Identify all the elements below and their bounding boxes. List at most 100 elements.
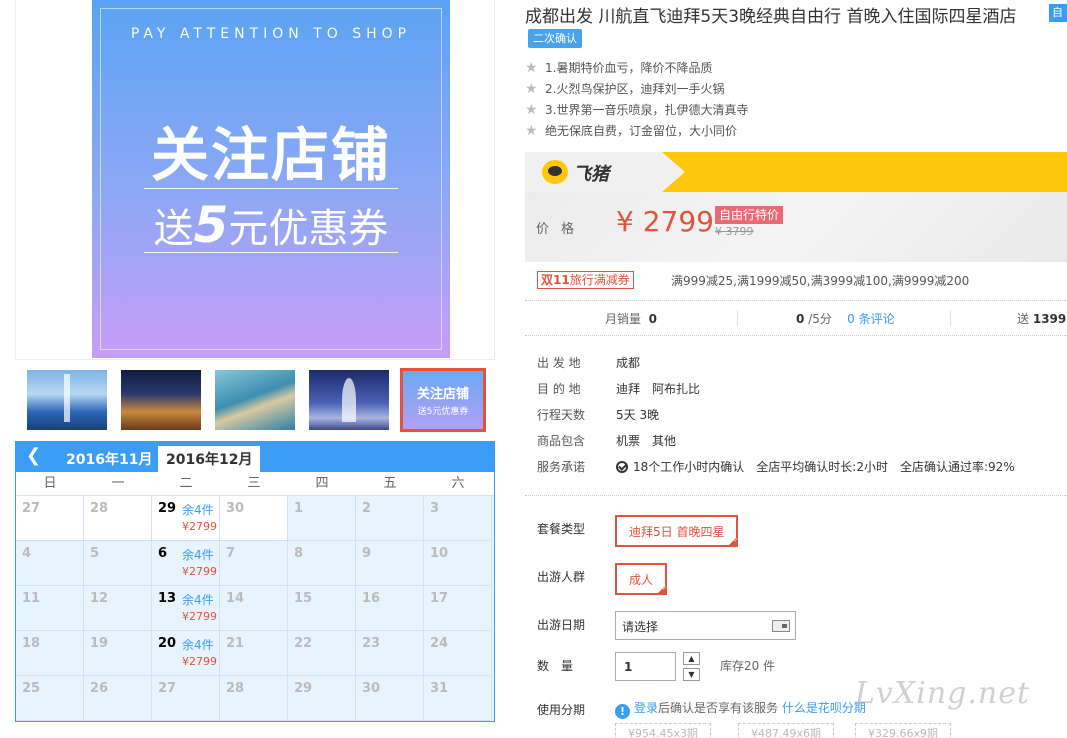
day-number: 12 <box>90 591 109 606</box>
thumbnail-4[interactable] <box>309 370 389 430</box>
day-stock: 余4件 <box>182 593 214 607</box>
calendar-day: 28 <box>220 676 288 721</box>
huabei-help-link[interactable]: 什么是花呗分期 <box>782 701 866 715</box>
package-option[interactable]: 迪拜5日 首晚四星 <box>615 515 739 547</box>
thumbnail-subline: 送5元优惠券 <box>417 407 469 417</box>
info-row: 出 发 地成都 <box>537 356 641 370</box>
people-option[interactable]: 成人 <box>615 563 668 595</box>
day-number: 31 <box>430 681 449 696</box>
calendar-day: 30 <box>356 676 424 721</box>
info-row: 目 的 地迪拜 阿布扎比 <box>537 382 701 396</box>
day-number: 29 <box>294 681 313 696</box>
thumbnail-3[interactable] <box>215 370 295 430</box>
day-number: 24 <box>430 636 449 651</box>
day-number: 19 <box>90 636 109 651</box>
day-number: 18 <box>22 636 41 651</box>
calendar-icon[interactable] <box>772 620 790 632</box>
calendar-day: 27 <box>16 496 84 541</box>
main-image-frame: PAY ATTENTION TO SHOP 关注店铺 送5元优惠券 <box>15 0 495 360</box>
monthly-sales: 月销量 0 <box>605 312 658 326</box>
calendar-day: 23 <box>356 631 424 676</box>
calendar-day: 22 <box>288 631 356 676</box>
calendar-day-available[interactable]: 20 余4件 ¥2799 <box>152 631 220 676</box>
day-price: ¥2799 <box>182 565 217 578</box>
date-picker-input[interactable]: 请选择 <box>615 611 796 640</box>
weekday-label: 一 <box>111 476 125 491</box>
price-label: 价格 <box>536 222 587 237</box>
day-price: ¥2799 <box>182 610 217 623</box>
star-icon: ★ <box>525 102 538 118</box>
departure-calendar: ❮ 2016年11月 2016年12月 日一二三四五六 27 28 29 余4件 ¥27… <box>15 441 495 722</box>
quantity-decrease-button[interactable]: ▼ <box>683 668 700 681</box>
day-number: 7 <box>226 546 236 561</box>
feature-item: ★ 绝无保底自费，订金留位，大小同价 <box>525 121 748 142</box>
calendar-day: 19 <box>84 631 152 676</box>
service-row: 服务承诺 18个工作小时内确认 全店平均确认时长:2小时 全店确认通过率:92% <box>537 460 1015 474</box>
calendar-day: 29 <box>288 676 356 721</box>
calendar-day: 17 <box>424 586 492 631</box>
thumbnail-2[interactable] <box>121 370 201 430</box>
installment-option[interactable]: ¥954.45x3期 <box>615 723 711 738</box>
reviews-link[interactable]: 0 条评论 <box>847 312 894 326</box>
brand-logo-text: 飞猪 <box>573 164 609 185</box>
weekday-label: 四 <box>315 476 329 491</box>
date-label: 出游日期 <box>537 618 586 632</box>
day-number: 5 <box>90 546 100 561</box>
day-number: 22 <box>294 636 313 651</box>
calendar-day: 1 <box>288 496 356 541</box>
thumbnail-5-selected[interactable]: 关注店铺 送5元优惠券 <box>400 368 486 432</box>
confirm-badge: 二次确认 <box>528 29 582 48</box>
stats-bar: 月销量 0 0 /5分 0 条评论 送 1399 <box>525 300 1067 336</box>
tab-month-dec[interactable]: 2016年12月 <box>158 446 261 472</box>
day-stock: 余4件 <box>182 638 214 652</box>
day-number: 4 <box>22 546 32 561</box>
watermark: LvXing.net <box>855 676 1031 711</box>
day-number: 30 <box>226 501 245 516</box>
quantity-label: 数 量 <box>537 659 574 673</box>
day-number: 27 <box>158 681 177 696</box>
selected-check-icon <box>728 537 738 546</box>
thumbnail-headline: 关注店铺 <box>416 387 469 402</box>
points: 送 1399 <box>1017 312 1067 326</box>
calendar-day-available[interactable]: 29 余4件 ¥2799 <box>152 496 220 541</box>
weekday-label: 六 <box>451 476 465 491</box>
star-icon: ★ <box>525 60 538 76</box>
calendar-day: 14 <box>220 586 288 631</box>
calendar-day: 18 <box>16 631 84 676</box>
calendar-day: 25 <box>16 676 84 721</box>
calendar-day: 21 <box>220 631 288 676</box>
info-icon: ! <box>615 704 630 719</box>
calendar-day: 9 <box>356 541 424 586</box>
calendar-day: 8 <box>288 541 356 586</box>
chevron-left-icon[interactable]: ❮ <box>26 446 46 466</box>
star-icon: ★ <box>525 81 538 97</box>
calendar-day: 30 <box>220 496 288 541</box>
weekday-label: 日 <box>43 476 57 491</box>
login-link[interactable]: 登录 <box>634 701 658 715</box>
calendar-day: 5 <box>84 541 152 586</box>
calendar-day: 31 <box>424 676 492 721</box>
tab-month-nov[interactable]: 2016年11月 <box>58 446 160 472</box>
promo-row: 双11旅行满减券 满999减25,满1999减50,满3999减100,满999… <box>525 268 1067 292</box>
installment-option[interactable]: ¥329.66x9期 <box>855 723 951 738</box>
day-number: 14 <box>226 591 245 606</box>
thumbnail-1[interactable] <box>27 370 107 430</box>
feature-list: ★ 1.暑期特价血亏，降价不降品质 ★ 2.火烈鸟保护区，迪拜刘一手火锅 ★ 3.世界… <box>525 58 748 142</box>
image-divider <box>144 188 398 189</box>
day-number: 6 <box>158 546 168 561</box>
stats-divider <box>950 310 951 326</box>
promo-badge[interactable]: 双11旅行满减券 <box>537 271 634 289</box>
day-number: 11 <box>22 591 41 606</box>
day-stock: 余4件 <box>182 548 214 562</box>
calendar-day-available[interactable]: 13 余4件 ¥2799 <box>152 586 220 631</box>
promo-text: 满999减25,满1999减50,满3999减100,满9999减200 <box>671 274 970 288</box>
calendar-day: 26 <box>84 676 152 721</box>
quantity-input[interactable]: 1 <box>615 652 676 681</box>
fliggy-logo-icon <box>542 160 568 184</box>
section-divider <box>525 495 1067 496</box>
day-stock: 余4件 <box>182 503 214 517</box>
quantity-increase-button[interactable]: ▲ <box>683 652 700 665</box>
feature-item: ★ 1.暑期特价血亏，降价不降品质 <box>525 58 748 79</box>
installment-option[interactable]: ¥487.49x6期 <box>738 723 834 738</box>
calendar-day-available[interactable]: 6 余4件 ¥2799 <box>152 541 220 586</box>
